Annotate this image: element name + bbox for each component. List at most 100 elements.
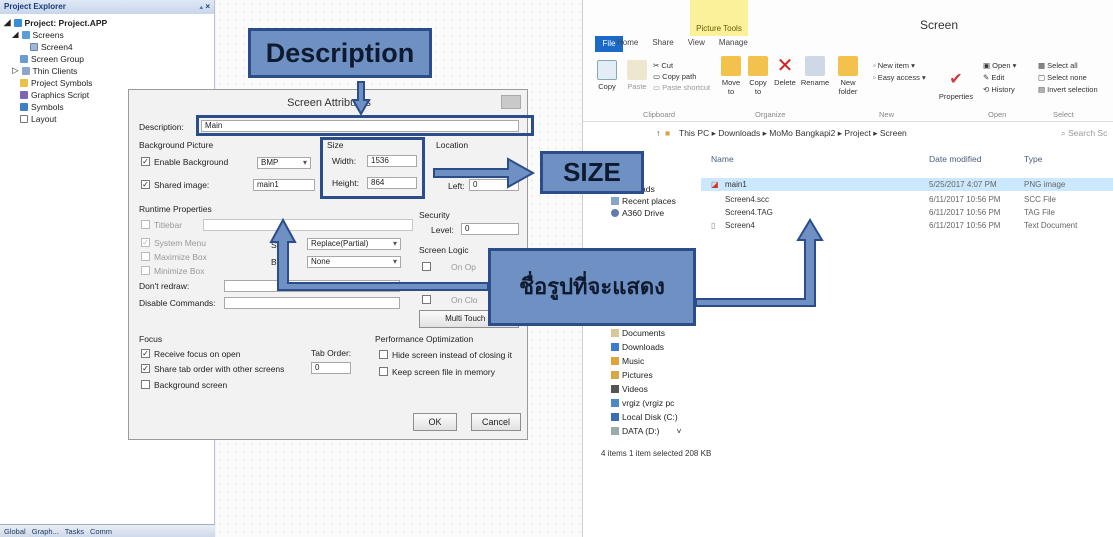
dialog-close-button[interactable] — [501, 95, 521, 109]
background-type-select[interactable]: BMP — [257, 157, 311, 169]
tab-comm[interactable]: Comm — [90, 527, 112, 536]
tab-home[interactable]: Home — [617, 38, 638, 52]
breadcrumb[interactable]: This PC ▸ Downloads ▸ MoMo Bangkapi2 ▸ P… — [679, 128, 907, 139]
tree-item-screens[interactable]: ◢ Screens — [12, 29, 64, 40]
enable-background-checkbox[interactable]: ✓ — [141, 157, 150, 166]
copy-to-button[interactable]: Copy to — [746, 56, 770, 96]
receive-focus-label: Receive focus on open — [154, 349, 241, 359]
nav-item-data-drive[interactable]: DATA (D:) ˅ — [611, 426, 681, 436]
project-icon — [13, 18, 22, 27]
tree-item-thin-clients[interactable]: ▷ Thin Clients — [12, 65, 77, 76]
history-button[interactable]: ⟲ History — [983, 84, 1016, 96]
search-box[interactable]: ⌕ Search Sc — [1061, 128, 1107, 139]
copy-icon — [597, 60, 617, 80]
copy-path-button[interactable]: ▭ Copy path — [653, 71, 710, 82]
border-select[interactable]: None — [307, 256, 401, 268]
expand-arrow-icon[interactable]: ◢ — [12, 29, 19, 40]
nav-item-documents[interactable]: Documents — [611, 328, 665, 338]
column-header-name[interactable]: Name — [711, 154, 734, 164]
ok-button[interactable]: OK — [413, 413, 457, 431]
cancel-button[interactable]: Cancel — [471, 413, 521, 431]
left-input[interactable]: 0 — [469, 179, 519, 191]
edit-button[interactable]: ✎ Edit — [983, 72, 1016, 84]
up-arrow-icon[interactable]: ↑ — [656, 128, 660, 138]
column-header-date[interactable]: Date modified — [929, 154, 981, 164]
file-row-screen4-tag[interactable]: Screen4.TAG 6/11/2017 10:56 PM TAG File — [701, 206, 1113, 219]
ribbon-tabs: Home Share View Manage — [583, 38, 748, 52]
background-screen-checkbox[interactable] — [141, 380, 150, 389]
address-bar[interactable]: ↑ ■ This PC ▸ Downloads ▸ MoMo Bangkapi2… — [583, 126, 1113, 140]
on-open-label: On Op — [451, 262, 477, 272]
easy-access-button[interactable]: ▫ Easy access ▾ — [873, 72, 926, 84]
tab-view[interactable]: View — [688, 38, 705, 52]
on-close-checkbox[interactable] — [422, 295, 431, 304]
nav-item-music[interactable]: Music — [611, 356, 644, 366]
ribbon: Picture Tools Screen File Home Share Vie… — [583, 0, 1113, 122]
tree-item-graphics-script[interactable]: Graphics Script — [20, 89, 89, 100]
tab-manage[interactable]: Manage — [719, 38, 748, 52]
cut-button[interactable]: ✂ Cut — [653, 60, 710, 71]
receive-focus-checkbox[interactable]: ✓ — [141, 349, 150, 358]
select-all-button[interactable]: ▦ Select all — [1038, 60, 1098, 72]
on-open-checkbox[interactable] — [422, 262, 431, 271]
minimize-box-checkbox[interactable] — [141, 266, 150, 275]
paste-shortcut-button[interactable]: ▭ Paste shortcut — [653, 82, 710, 93]
file-row-screen4-txt[interactable]: ▯ Screen4 6/11/2017 10:56 PM Text Docume… — [701, 219, 1113, 232]
share-tab-order-checkbox[interactable]: ✓ — [141, 364, 150, 373]
nav-item-recent-places[interactable]: Recent places — [611, 196, 676, 206]
disable-commands-input[interactable] — [224, 297, 400, 309]
tree-item-project[interactable]: ◢ Project: Project.APP — [4, 17, 107, 28]
tree-item-project-symbols[interactable]: Project Symbols — [20, 77, 92, 88]
titlebar-input[interactable] — [203, 219, 413, 231]
tab-share[interactable]: Share — [652, 38, 673, 52]
nav-item-a360-drive[interactable]: A360 Drive — [611, 208, 664, 218]
shared-image-checkbox[interactable]: ✓ — [141, 180, 150, 189]
project-symbols-icon — [20, 78, 28, 87]
screens-folder-icon — [21, 30, 30, 39]
tab-global[interactable]: Global — [4, 527, 26, 536]
network-pc-icon — [611, 399, 619, 407]
column-header-type[interactable]: Type — [1024, 154, 1042, 164]
hide-screen-checkbox[interactable] — [379, 350, 388, 359]
new-folder-button[interactable]: New folder — [833, 56, 863, 96]
expand-arrow-icon[interactable]: ◢ — [4, 17, 11, 28]
invert-selection-button[interactable]: ▤ Invert selection — [1038, 84, 1098, 96]
border-label: Bo — [271, 257, 282, 267]
tab-graphics[interactable]: Graph... — [32, 527, 59, 536]
paste-icon — [627, 60, 647, 80]
select-none-button[interactable]: ▢ Select none — [1038, 72, 1098, 84]
open-button[interactable]: ▣ Open ▾ — [983, 60, 1016, 72]
file-row-screen4-scc[interactable]: Screen4.scc 6/11/2017 10:56 PM SCC File — [701, 193, 1113, 206]
new-item-button[interactable]: ▫ New item ▾ — [873, 60, 926, 72]
rename-button[interactable]: Rename — [800, 56, 830, 87]
tree-item-screen4[interactable]: Screen4 — [30, 41, 73, 52]
expand-arrow-icon[interactable]: ▷ — [12, 65, 19, 76]
titlebar-checkbox[interactable] — [141, 220, 150, 229]
downloads-icon — [611, 343, 619, 351]
dont-redraw-input[interactable] — [224, 280, 400, 292]
nav-item-local-disk[interactable]: Local Disk (C:) — [611, 412, 678, 422]
nav-item-downloads[interactable]: Downloads — [611, 342, 664, 352]
move-to-button[interactable]: Move to — [718, 56, 744, 96]
file-row-main1[interactable]: ◪ main1 5/25/2017 4:07 PM PNG image — [701, 178, 1113, 191]
tree-item-symbols[interactable]: Symbols — [20, 101, 64, 112]
chevron-down-icon[interactable]: ˅ — [676, 426, 681, 436]
panel-controls[interactable]: ₄ × — [199, 2, 210, 12]
style-select[interactable]: Replace(Partial) — [307, 238, 401, 250]
keep-screen-checkbox[interactable] — [379, 367, 388, 376]
tree-item-layout[interactable]: Layout — [20, 113, 57, 124]
nav-item-network-pc[interactable]: vrgiz (vrgiz pc — [611, 398, 674, 408]
tab-tasks[interactable]: Tasks — [65, 527, 84, 536]
nav-item-pictures[interactable]: Pictures — [611, 370, 653, 380]
tree-item-screen-group[interactable]: Screen Group — [20, 53, 84, 64]
security-level-input[interactable]: 0 — [461, 223, 519, 235]
nav-item-videos[interactable]: Videos — [611, 384, 648, 394]
delete-button[interactable]: ✕ Delete — [772, 56, 798, 87]
properties-button[interactable]: ✔ Properties — [935, 70, 977, 101]
paste-button[interactable]: Paste — [625, 60, 649, 91]
shared-image-input[interactable]: main1 — [253, 179, 315, 191]
maximize-box-checkbox[interactable] — [141, 252, 150, 261]
system-menu-checkbox[interactable]: ✓ — [141, 238, 150, 247]
tab-order-input[interactable]: 0 — [311, 362, 351, 374]
copy-button[interactable]: Copy — [595, 60, 619, 91]
